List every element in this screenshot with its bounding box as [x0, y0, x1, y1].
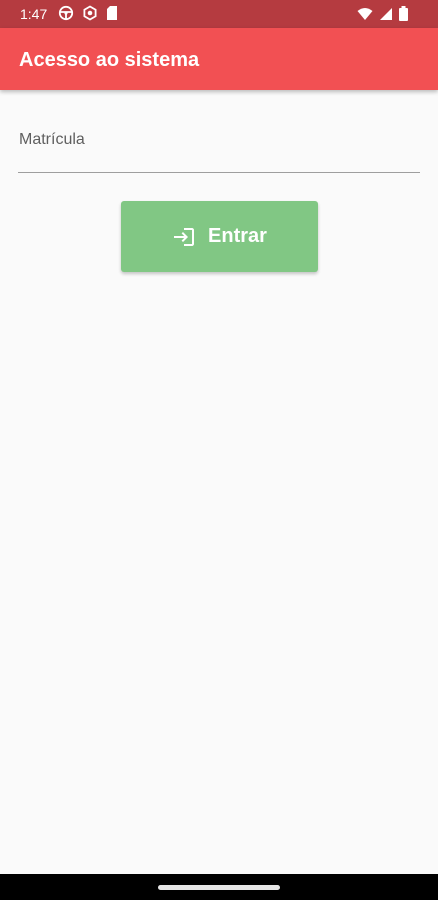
- battery-icon: [399, 6, 408, 21]
- login-button-label: Entrar: [208, 225, 267, 247]
- status-icons-left: [58, 5, 118, 21]
- matricula-label: Matrícula: [19, 131, 85, 148]
- navigation-bar: [0, 874, 438, 900]
- settings-icon: [83, 5, 97, 21]
- login-button[interactable]: Entrar: [121, 201, 318, 272]
- status-bar: 1:47: [0, 0, 438, 28]
- sim-card-icon: [107, 6, 117, 20]
- wifi-icon: [357, 7, 373, 20]
- page-title: Acesso ao sistema: [19, 49, 200, 71]
- home-gesture-handle[interactable]: [158, 885, 280, 890]
- app-bar: Acesso ao sistema: [0, 28, 438, 90]
- cellular-signal-icon: [380, 7, 392, 20]
- matricula-field-underline: [18, 172, 420, 173]
- status-icons-right: [357, 6, 408, 21]
- status-time: 1:47: [20, 6, 48, 22]
- login-icon: [174, 227, 195, 246]
- steering-wheel-icon: [58, 5, 74, 21]
